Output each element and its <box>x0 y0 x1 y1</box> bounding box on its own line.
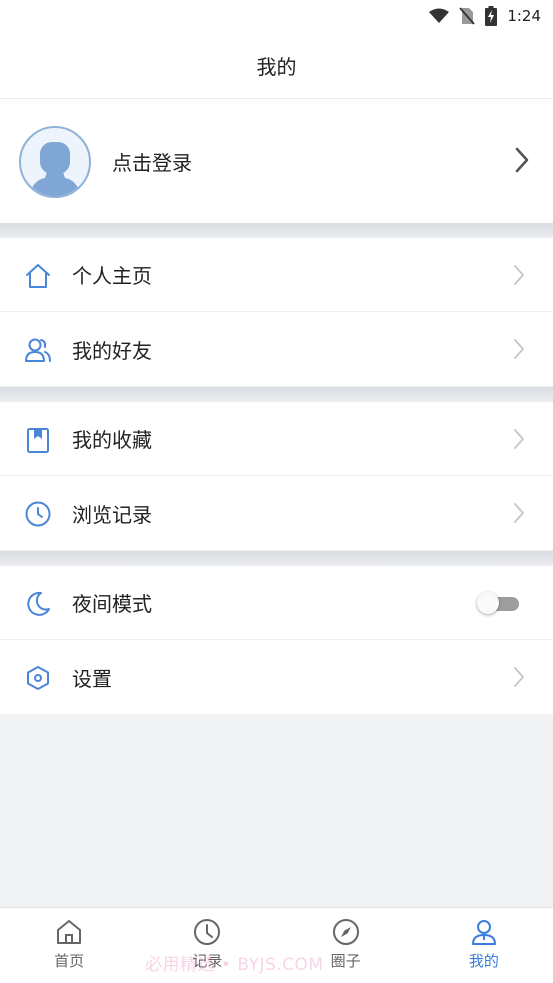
chevron-right-icon <box>514 503 524 523</box>
menu-item-label: 浏览记录 <box>72 502 152 527</box>
chevron-right-icon <box>514 265 524 285</box>
nav-tab-mine[interactable]: 我的 <box>415 908 553 983</box>
home-icon <box>26 264 50 288</box>
login-label[interactable]: 点击登录 <box>112 147 192 176</box>
menu-item-label: 个人主页 <box>72 264 152 288</box>
home-icon <box>57 920 82 944</box>
section-divider <box>0 223 553 238</box>
section-divider <box>0 551 553 566</box>
settings-hexagon-icon <box>27 666 49 690</box>
status-bar: 1:24 <box>0 0 553 32</box>
login-row[interactable]: 点击登录 <box>0 99 553 223</box>
page-title: 我的 <box>256 54 297 79</box>
section-divider <box>0 387 553 402</box>
chevron-right-icon <box>514 339 524 359</box>
menu-section-settings: 夜间模式 设置 <box>0 566 553 714</box>
menu-section-profile: 个人主页 我的好友 <box>0 238 553 386</box>
menu-item-label: 设置 <box>72 666 112 691</box>
menu-item-night-mode: 夜间模式 <box>0 566 553 640</box>
menu-item-settings[interactable]: 设置 <box>0 640 553 714</box>
avatar[interactable] <box>19 126 91 198</box>
clock-icon <box>25 501 51 527</box>
friends-icon <box>25 338 51 362</box>
battery-charging-icon <box>485 6 498 26</box>
watermark: 必用精选 • BYJS.COM <box>145 955 324 975</box>
menu-item-label: 夜间模式 <box>72 592 152 616</box>
nav-label: 首页 <box>54 952 85 970</box>
no-sim-icon <box>459 7 475 25</box>
moon-icon <box>27 591 50 616</box>
chevron-right-icon <box>514 667 524 687</box>
chevron-right-icon <box>514 429 524 449</box>
nav-tab-home[interactable]: 首页 <box>0 908 138 983</box>
default-avatar-icon <box>29 142 81 196</box>
title-bar: 我的 <box>0 32 553 99</box>
wifi-icon <box>429 8 450 23</box>
menu-section-content: 我的收藏 浏览记录 <box>0 402 553 550</box>
compass-icon <box>332 919 359 945</box>
user-icon <box>471 920 496 945</box>
menu-item-label: 我的好友 <box>72 338 152 363</box>
menu-item-history[interactable]: 浏览记录 <box>0 476 553 550</box>
menu-item-friends[interactable]: 我的好友 <box>0 312 553 386</box>
clock-icon <box>194 919 221 945</box>
nav-label: 我的 <box>468 952 499 970</box>
menu-item-homepage[interactable]: 个人主页 <box>0 238 553 312</box>
menu-item-favorites[interactable]: 我的收藏 <box>0 402 553 476</box>
chevron-right-icon <box>515 147 529 173</box>
menu-item-label: 我的收藏 <box>72 428 152 452</box>
bookmark-icon <box>27 428 49 453</box>
night-mode-toggle[interactable] <box>477 592 521 614</box>
toggle-knob <box>477 592 499 614</box>
status-time: 1:24 <box>507 7 541 25</box>
nav-label: 圈子 <box>330 952 361 970</box>
